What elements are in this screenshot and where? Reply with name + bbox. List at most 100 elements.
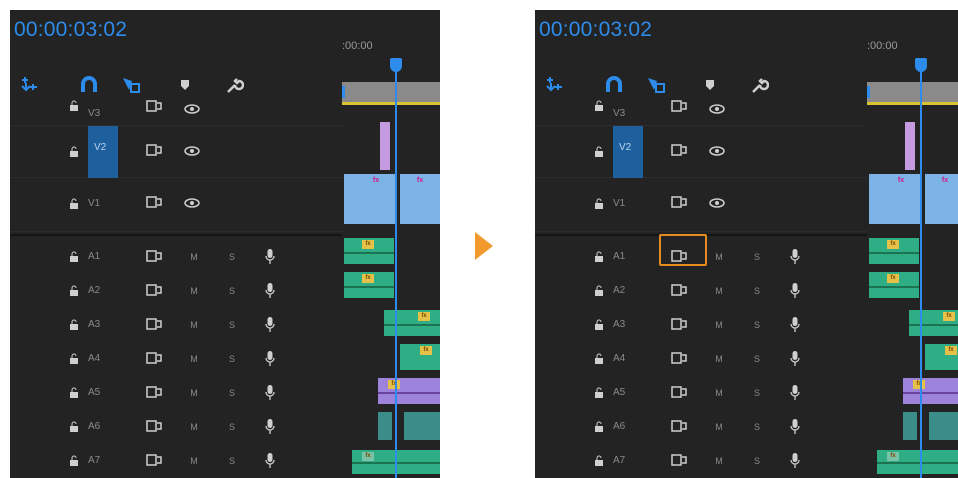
mute-toggle[interactable]: M (713, 420, 725, 434)
voiceover-mic-icon[interactable] (265, 419, 275, 435)
sync-lock-icon[interactable] (671, 100, 687, 112)
voiceover-mic-icon[interactable] (265, 317, 275, 333)
audio-clip[interactable]: fx (909, 310, 958, 336)
mute-toggle[interactable]: M (713, 352, 725, 366)
video-clip[interactable]: fx (925, 174, 958, 224)
audio-clip[interactable]: fx (400, 344, 440, 370)
lock-icon[interactable] (69, 285, 79, 297)
lock-icon[interactable] (594, 146, 604, 158)
voiceover-mic-icon[interactable] (790, 453, 800, 469)
eye-icon[interactable] (184, 198, 200, 208)
solo-toggle[interactable]: S (226, 250, 238, 264)
lock-icon[interactable] (594, 100, 604, 112)
lock-icon[interactable] (69, 455, 79, 467)
track-target-v2[interactable]: V2 (613, 126, 643, 178)
sync-lock-icon[interactable] (671, 284, 687, 296)
sync-lock-icon[interactable] (671, 144, 687, 156)
lock-icon[interactable] (69, 146, 79, 158)
lock-icon[interactable] (594, 285, 604, 297)
audio-clip[interactable] (378, 412, 392, 440)
audio-clip[interactable]: fx (869, 272, 919, 298)
sync-lock-icon[interactable] (146, 100, 162, 112)
snap-magnet-icon[interactable] (603, 74, 625, 96)
work-area-bar[interactable] (342, 102, 440, 105)
lock-icon[interactable] (69, 353, 79, 365)
video-clip[interactable]: fx (400, 174, 440, 224)
add-marker-icon[interactable] (174, 74, 196, 96)
video-clip[interactable]: fx (344, 174, 396, 224)
track-label-a2[interactable]: A2 (613, 281, 641, 301)
voiceover-mic-icon[interactable] (790, 283, 800, 299)
audio-clip[interactable] (404, 412, 440, 440)
audio-clip[interactable]: fx (344, 238, 394, 264)
track-label-v1[interactable]: V1 (613, 194, 641, 214)
solo-toggle[interactable]: S (751, 284, 763, 298)
sync-lock-icon[interactable] (146, 250, 162, 262)
sync-lock-icon[interactable] (146, 284, 162, 296)
track-label-a4[interactable]: A4 (613, 349, 641, 369)
mute-toggle[interactable]: M (713, 250, 725, 264)
track-label-a5[interactable]: A5 (613, 383, 641, 403)
lock-icon[interactable] (594, 387, 604, 399)
audio-clip[interactable] (929, 412, 958, 440)
audio-clip[interactable]: fx (869, 238, 919, 264)
voiceover-mic-icon[interactable] (790, 249, 800, 265)
solo-toggle[interactable]: S (751, 420, 763, 434)
linked-selection-icon[interactable] (120, 74, 142, 96)
lock-icon[interactable] (594, 319, 604, 331)
time-ruler[interactable] (342, 82, 440, 102)
wrench-settings-icon[interactable] (747, 74, 769, 96)
lock-icon[interactable] (594, 353, 604, 365)
eye-icon[interactable] (709, 104, 725, 114)
wrench-settings-icon[interactable] (222, 74, 244, 96)
audio-clip[interactable] (903, 412, 917, 440)
solo-toggle[interactable]: S (751, 250, 763, 264)
solo-toggle[interactable]: S (226, 386, 238, 400)
lock-icon[interactable] (594, 421, 604, 433)
sync-lock-icon[interactable] (671, 352, 687, 364)
audio-clip[interactable]: fx (903, 378, 958, 404)
sync-lock-icon[interactable] (671, 196, 687, 208)
mute-toggle[interactable]: M (188, 318, 200, 332)
track-label-v3[interactable]: V3 (613, 104, 641, 124)
audio-clip[interactable]: fx (384, 310, 440, 336)
lock-icon[interactable] (594, 198, 604, 210)
track-label-v1[interactable]: V1 (88, 194, 116, 214)
playhead-timecode[interactable]: 00:00:03:02 (14, 18, 127, 42)
eye-icon[interactable] (184, 104, 200, 114)
track-label-a1[interactable]: A1 (88, 247, 116, 267)
eye-icon[interactable] (709, 146, 725, 156)
time-ruler[interactable] (867, 82, 958, 102)
mute-toggle[interactable]: M (188, 386, 200, 400)
mute-toggle[interactable]: M (713, 454, 725, 468)
solo-toggle[interactable]: S (226, 352, 238, 366)
voiceover-mic-icon[interactable] (265, 249, 275, 265)
sync-lock-icon[interactable] (146, 196, 162, 208)
track-label-a4[interactable]: A4 (88, 349, 116, 369)
audio-clip[interactable]: fx (378, 378, 440, 404)
solo-toggle[interactable]: S (226, 454, 238, 468)
playhead-timecode[interactable]: 00:00:03:02 (539, 18, 652, 42)
sync-lock-icon[interactable] (671, 386, 687, 398)
lock-icon[interactable] (69, 387, 79, 399)
eye-icon[interactable] (709, 198, 725, 208)
lock-icon[interactable] (69, 319, 79, 331)
audio-clip[interactable]: fx (925, 344, 958, 370)
sync-lock-icon[interactable] (146, 420, 162, 432)
track-label-a7[interactable]: A7 (613, 451, 641, 471)
mute-toggle[interactable]: M (188, 250, 200, 264)
sync-lock-icon[interactable] (671, 420, 687, 432)
track-label-a5[interactable]: A5 (88, 383, 116, 403)
work-area-bar[interactable] (867, 102, 958, 105)
lock-icon[interactable] (69, 198, 79, 210)
lock-icon[interactable] (69, 421, 79, 433)
lock-icon[interactable] (594, 455, 604, 467)
voiceover-mic-icon[interactable] (265, 283, 275, 299)
sync-lock-icon[interactable] (671, 454, 687, 466)
sync-lock-icon[interactable] (146, 144, 162, 156)
voiceover-mic-icon[interactable] (790, 351, 800, 367)
track-label-a3[interactable]: A3 (613, 315, 641, 335)
mute-toggle[interactable]: M (713, 318, 725, 332)
sync-lock-icon[interactable] (146, 454, 162, 466)
sync-lock-icon[interactable] (146, 318, 162, 330)
